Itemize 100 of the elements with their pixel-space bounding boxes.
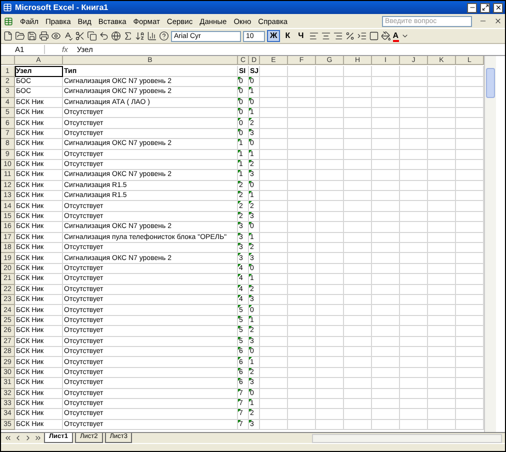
empty-cell[interactable] (344, 128, 372, 140)
empty-cell[interactable] (260, 398, 288, 410)
empty-cell[interactable] (288, 420, 316, 430)
empty-cell[interactable] (288, 294, 316, 306)
empty-cell[interactable] (288, 388, 316, 399)
empty-cell[interactable] (288, 118, 316, 129)
empty-cell[interactable] (288, 243, 316, 254)
empty-cell[interactable] (372, 222, 400, 233)
empty-cell[interactable] (372, 150, 400, 160)
empty-cell[interactable] (400, 326, 428, 337)
empty-cell[interactable] (400, 170, 428, 181)
empty-cell[interactable] (316, 212, 344, 222)
empty-cell[interactable] (344, 420, 372, 430)
empty-cell[interactable] (372, 264, 400, 274)
empty-cell[interactable] (344, 66, 372, 77)
empty-cell[interactable] (344, 87, 372, 98)
empty-cell[interactable] (344, 368, 372, 378)
empty-cell[interactable] (372, 420, 400, 430)
empty-cell[interactable] (288, 128, 316, 140)
empty-cell[interactable] (316, 76, 344, 88)
empty-cell[interactable] (288, 398, 316, 410)
empty-cell[interactable] (316, 180, 344, 192)
empty-cell[interactable] (260, 118, 288, 129)
empty-cell[interactable] (372, 294, 400, 306)
empty-cell[interactable] (316, 98, 344, 108)
empty-cell[interactable] (400, 357, 428, 368)
empty-cell[interactable] (400, 191, 428, 202)
align-right-icon[interactable] (332, 31, 343, 41)
empty-cell[interactable] (260, 66, 288, 77)
empty-cell[interactable] (316, 222, 344, 233)
spellcheck-icon[interactable] (63, 31, 73, 41)
empty-cell[interactable] (344, 326, 372, 337)
empty-cell[interactable] (400, 420, 428, 430)
first-sheet-icon[interactable] (4, 434, 12, 442)
close-icon[interactable] (494, 17, 502, 25)
empty-cell[interactable] (344, 201, 372, 212)
empty-cell[interactable] (344, 294, 372, 306)
empty-cell[interactable] (372, 212, 400, 222)
maximize-button[interactable] (480, 2, 490, 12)
undo-icon[interactable] (99, 31, 109, 41)
empty-cell[interactable] (260, 388, 288, 399)
empty-cell[interactable] (372, 378, 400, 388)
empty-cell[interactable] (344, 316, 372, 326)
empty-cell[interactable] (344, 346, 372, 358)
empty-cell[interactable] (428, 76, 456, 88)
empty-cell[interactable] (260, 160, 288, 170)
empty-cell[interactable] (260, 346, 288, 358)
empty-cell[interactable] (428, 305, 456, 316)
empty-cell[interactable] (428, 108, 456, 118)
empty-cell[interactable] (428, 378, 456, 388)
empty-cell[interactable] (344, 253, 372, 264)
empty-cell[interactable] (400, 180, 428, 192)
empty-cell[interactable] (288, 201, 316, 212)
empty-cell[interactable] (400, 336, 428, 347)
empty-cell[interactable] (316, 150, 344, 160)
empty-cell[interactable] (372, 316, 400, 326)
empty-cell[interactable] (288, 326, 316, 337)
empty-cell[interactable] (344, 180, 372, 192)
empty-cell[interactable] (288, 87, 316, 98)
empty-cell[interactable] (428, 139, 456, 150)
empty-cell[interactable] (288, 253, 316, 264)
empty-cell[interactable] (428, 326, 456, 337)
empty-cell[interactable] (372, 388, 400, 399)
empty-cell[interactable] (260, 253, 288, 264)
empty-cell[interactable] (372, 284, 400, 295)
fill-color-icon[interactable] (380, 31, 391, 41)
empty-cell[interactable] (400, 139, 428, 150)
empty-cell[interactable] (400, 398, 428, 410)
empty-cell[interactable] (372, 253, 400, 264)
empty-cell[interactable] (372, 128, 400, 140)
next-sheet-icon[interactable] (24, 434, 32, 442)
empty-cell[interactable] (344, 336, 372, 347)
empty-cell[interactable] (260, 180, 288, 192)
empty-cell[interactable] (372, 98, 400, 108)
empty-cell[interactable] (316, 128, 344, 140)
empty-cell[interactable] (344, 150, 372, 160)
empty-cell[interactable] (372, 243, 400, 254)
empty-cell[interactable] (344, 139, 372, 150)
globe-icon[interactable] (111, 31, 121, 41)
format-button[interactable]: Ж (267, 30, 280, 42)
empty-cell[interactable] (372, 170, 400, 181)
empty-cell[interactable] (316, 264, 344, 274)
cut-icon[interactable] (75, 31, 85, 41)
empty-cell[interactable] (344, 212, 372, 222)
empty-cell[interactable] (288, 264, 316, 274)
empty-cell[interactable] (288, 274, 316, 285)
align-left-icon[interactable] (308, 31, 319, 41)
empty-cell[interactable] (372, 191, 400, 202)
empty-cell[interactable] (372, 66, 400, 77)
empty-cell[interactable] (344, 76, 372, 88)
empty-cell[interactable] (316, 378, 344, 388)
empty-cell[interactable] (428, 346, 456, 358)
empty-cell[interactable] (288, 108, 316, 118)
empty-cell[interactable] (260, 222, 288, 233)
font-color-button[interactable]: A (392, 30, 399, 42)
empty-cell[interactable] (316, 336, 344, 347)
empty-cell[interactable] (260, 201, 288, 212)
empty-cell[interactable] (400, 232, 428, 244)
empty-cell[interactable] (372, 108, 400, 118)
empty-cell[interactable] (316, 108, 344, 118)
